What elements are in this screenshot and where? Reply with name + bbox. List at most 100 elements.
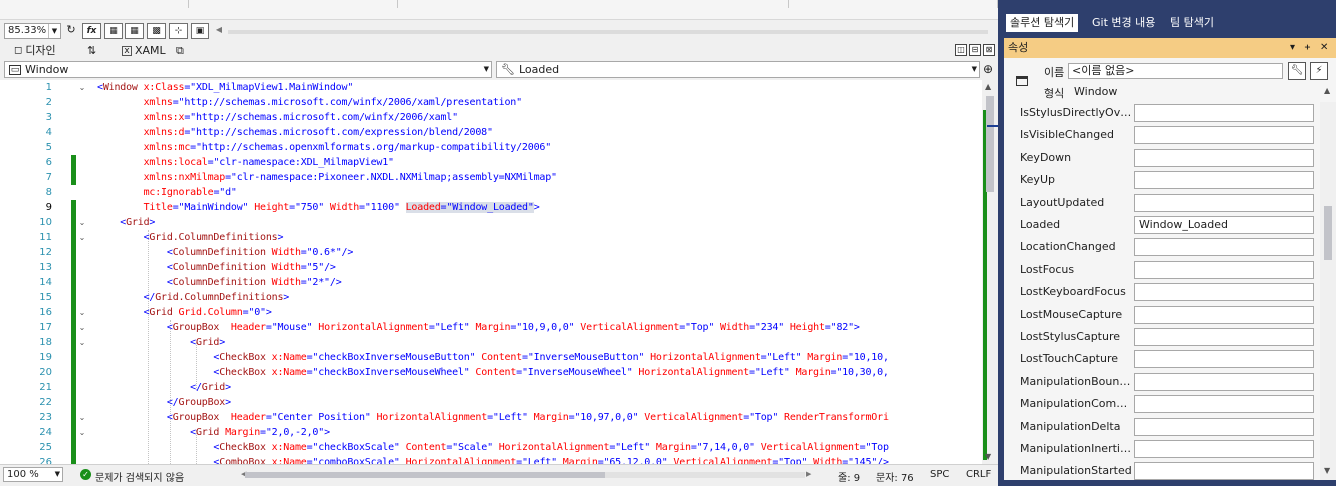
event-row[interactable]: ManipulationStarted (1004, 460, 1320, 480)
editor-vertical-scrollbar[interactable]: ▲ ▼ (982, 80, 998, 464)
code-line[interactable]: 17 ⌄ <GroupBox Header="Mouse" HorizontalA… (0, 320, 982, 335)
tab-xaml[interactable]: x XAML (122, 42, 166, 60)
code-line[interactable]: 21 </Grid> (0, 380, 982, 395)
whitespace-indicator[interactable]: SPC (930, 469, 949, 480)
code-line[interactable]: 1 ⌄ <Window x:Class="XDL_MilmapView1.MainW… (0, 80, 982, 95)
tab-git-changes[interactable]: Git 변경 내용 (1088, 14, 1159, 32)
event-handler-input[interactable] (1134, 395, 1314, 414)
event-row[interactable]: LostKeyboardFocus (1004, 281, 1320, 303)
event-handler-input[interactable] (1134, 328, 1314, 346)
code-line[interactable]: 13 <ColumnDefinition Width="5"/> (0, 260, 982, 275)
event-row[interactable]: Loaded Window_Loaded (1004, 214, 1320, 236)
event-row[interactable]: LostFocus (1004, 259, 1320, 281)
event-handler-input[interactable] (1134, 440, 1314, 458)
code-line[interactable]: 2 xmlns="http://schemas.microsoft.com/wi… (0, 95, 982, 110)
event-row[interactable]: LostTouchCapture (1004, 348, 1320, 370)
popout-xaml-button[interactable]: ⧉ (176, 42, 184, 60)
effects-button[interactable]: fx (82, 23, 101, 39)
event-selector[interactable]: 🔧︎ Loaded ▼ (496, 61, 980, 78)
event-handler-input[interactable] (1134, 283, 1314, 302)
event-handler-input[interactable] (1134, 171, 1314, 190)
scroll-down-icon[interactable]: ▼ (1324, 466, 1330, 475)
vertical-split-icon[interactable]: ◫ (955, 44, 967, 56)
code-line[interactable]: 12 <ColumnDefinition Width="0.6*"/> (0, 245, 982, 260)
event-row[interactable]: ManipulationCompl... (1004, 393, 1320, 415)
event-handler-input[interactable] (1134, 462, 1314, 480)
code-line[interactable]: 3 xmlns:x="http://schemas.microsoft.com/… (0, 110, 982, 125)
fold-toggle-icon[interactable]: ⌄ (76, 80, 88, 95)
event-handler-input[interactable] (1134, 305, 1314, 324)
collapse-pane-icon[interactable]: ⊠ (983, 44, 995, 56)
code-line[interactable]: 7 xmlns:nxMilmap="clr-namespace:Pixoneer… (0, 170, 982, 185)
device-icon[interactable]: ▣ (191, 23, 209, 39)
code-line[interactable]: 5 xmlns:mc="http://schemas.openxmlformat… (0, 140, 982, 155)
artboard-icon[interactable]: ▩ (147, 23, 166, 39)
code-line[interactable]: 22 </GroupBox> (0, 395, 982, 410)
code-line[interactable]: 8 mc:Ignorable="d" (0, 185, 982, 200)
event-row[interactable]: IsStylusDirectlyOver... (1004, 102, 1320, 124)
scroll-up-icon[interactable]: ▲ (985, 82, 991, 91)
event-handler-input[interactable] (1134, 126, 1314, 145)
code-editor[interactable]: 1 ⌄ <Window x:Class="XDL_MilmapView1.MainW… (0, 80, 998, 464)
scrollbar-thumb[interactable] (986, 96, 994, 192)
fold-toggle-icon[interactable]: ⌄ (76, 410, 88, 425)
window-position-icon[interactable]: ▾ (1290, 38, 1295, 58)
char-indicator[interactable]: 문자: 76 (876, 469, 914, 484)
properties-scrollbar[interactable]: ▲ ▼ (1320, 86, 1336, 480)
scroll-right-icon[interactable]: ▶ (806, 470, 811, 478)
chevron-down-icon[interactable]: ▼ (55, 468, 60, 481)
code-line[interactable]: 9 Title="MainWindow" Height="750" Width=… (0, 200, 982, 215)
pin-icon[interactable]: ᚐ (1305, 38, 1310, 58)
snap-grid-icon[interactable]: ▦ (125, 23, 144, 39)
code-line[interactable]: 19 <CheckBox x:Name="checkBoxInverseMous… (0, 350, 982, 365)
event-row[interactable]: LostMouseCapture (1004, 304, 1320, 326)
event-handler-input[interactable] (1134, 238, 1314, 257)
chevron-down-icon[interactable]: ▼ (48, 24, 60, 38)
element-selector[interactable]: ▭ Window ▼ (4, 61, 492, 78)
code-line[interactable]: 15 </Grid.ColumnDefinitions> (0, 290, 982, 305)
code-line[interactable]: 20 <CheckBox x:Name="checkBoxInverseMous… (0, 365, 982, 380)
code-line[interactable]: 24 ⌄ <Grid Margin="2,0,-2,0"> (0, 425, 982, 440)
event-handler-input[interactable]: Window_Loaded (1134, 216, 1314, 234)
code-line[interactable]: 25 <CheckBox x:Name="checkBoxScale" Cont… (0, 440, 982, 455)
event-handler-input[interactable] (1134, 350, 1314, 369)
name-input[interactable]: <이름 없음> (1068, 63, 1283, 79)
line-ending-indicator[interactable]: CRLF (966, 469, 991, 480)
scrollbar-thumb[interactable] (1324, 206, 1332, 260)
scroll-left-icon[interactable]: ◀ (214, 23, 224, 39)
code-line[interactable]: 10 ⌄ <Grid> (0, 215, 982, 230)
code-line[interactable]: 26 <ComboBox x:Name="comboBoxScale" Hori… (0, 455, 982, 464)
event-handler-input[interactable] (1134, 260, 1314, 279)
editor-zoom-combo[interactable]: 100 % ▼ (3, 467, 63, 482)
scrollbar-thumb[interactable] (245, 472, 605, 478)
event-handler-input[interactable] (1134, 193, 1314, 212)
scroll-up-icon[interactable]: ▲ (1324, 86, 1330, 95)
event-row[interactable]: LayoutUpdated (1004, 192, 1320, 214)
fold-toggle-icon[interactable]: ⌄ (76, 305, 88, 320)
tab-solution-explorer[interactable]: 솔루션 탐색기 (1006, 14, 1079, 32)
line-indicator[interactable]: 줄: 9 (838, 469, 860, 484)
fold-toggle-icon[interactable]: ⌄ (76, 320, 88, 335)
tab-team-explorer[interactable]: 팀 탐색기 (1166, 14, 1218, 32)
code-line[interactable]: 14 <ColumnDefinition Width="2*"/> (0, 275, 982, 290)
properties-wrench-icon[interactable]: 🔧︎ (1288, 62, 1306, 80)
events-lightning-icon[interactable]: ⚡︎ (1310, 62, 1328, 80)
tab-design[interactable]: ◻ 디자인 (14, 42, 56, 60)
chevron-down-icon[interactable]: ▼ (484, 62, 489, 77)
event-row[interactable]: LocationChanged (1004, 236, 1320, 258)
event-handler-input[interactable] (1134, 372, 1314, 391)
close-icon[interactable]: ✕ (1320, 38, 1328, 58)
code-line[interactable]: 11 ⌄ <Grid.ColumnDefinitions> (0, 230, 982, 245)
code-line[interactable]: 4 xmlns:d="http://schemas.microsoft.com/… (0, 125, 982, 140)
snap-lines-icon[interactable]: ⊹ (169, 23, 188, 39)
code-line[interactable]: 6 xmlns:local="clr-namespace:XDL_MilmapV… (0, 155, 982, 170)
event-row[interactable]: IsVisibleChanged (1004, 124, 1320, 146)
fold-toggle-icon[interactable]: ⌄ (76, 215, 88, 230)
scroll-down-icon[interactable]: ▼ (985, 452, 991, 461)
event-handler-input[interactable] (1134, 148, 1314, 167)
event-handler-input[interactable] (1134, 417, 1314, 436)
code-line[interactable]: 16 ⌄ <Grid Grid.Column="0"> (0, 305, 982, 320)
fold-toggle-icon[interactable]: ⌄ (76, 335, 88, 350)
refresh-icon[interactable]: ↻ (65, 23, 77, 39)
designer-horizontal-scrollbar[interactable] (228, 30, 988, 34)
